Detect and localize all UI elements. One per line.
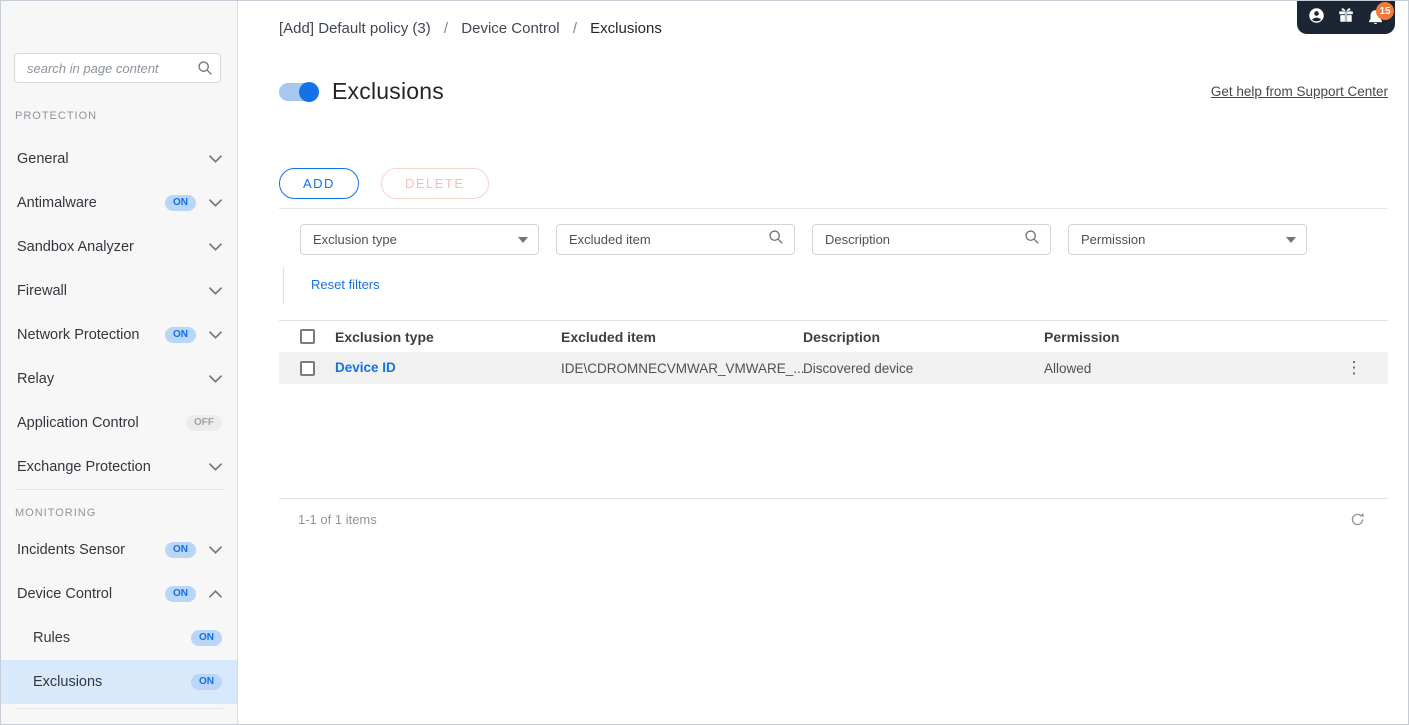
column-header-exclusion-type[interactable]: Exclusion type — [321, 329, 561, 345]
search-icon — [1024, 229, 1040, 250]
chevron-down-icon — [209, 459, 222, 475]
sidebar: PROTECTION General Antimalware ON Sandbo… — [1, 1, 238, 724]
status-badge: OFF — [186, 415, 222, 431]
sidebar-item-exchange-protection[interactable]: Exchange Protection — [1, 445, 237, 489]
gift-icon[interactable] — [1338, 7, 1354, 28]
column-header-description[interactable]: Description — [803, 329, 1044, 345]
breadcrumb-policy[interactable]: [Add] Default policy (3) — [279, 20, 431, 37]
row-permission: Allowed — [1044, 360, 1092, 376]
chevron-down-icon — [209, 542, 222, 558]
page-header: Exclusions Get help from Support Center — [279, 78, 1388, 105]
description-filter[interactable] — [812, 224, 1051, 255]
sidebar-item-antimalware[interactable]: Antimalware ON — [1, 181, 237, 225]
search-input[interactable] — [14, 53, 221, 83]
chevron-down-icon — [209, 195, 222, 211]
items-count: 1-1 of 1 items — [298, 512, 377, 527]
sidebar-item-firewall[interactable]: Firewall — [1, 269, 237, 313]
notifications-bell-icon[interactable]: 15 — [1367, 2, 1394, 26]
status-badge: ON — [165, 586, 196, 602]
status-badge: ON — [165, 195, 196, 211]
notification-count-badge: 15 — [1376, 2, 1394, 20]
status-badge: ON — [165, 542, 196, 558]
search-icon — [768, 229, 784, 250]
status-badge: ON — [191, 630, 222, 646]
status-badge: ON — [165, 327, 196, 343]
main-content: [Add] Default policy (3) / Device Contro… — [238, 1, 1408, 724]
excluded-item-filter-input[interactable] — [569, 232, 768, 247]
chevron-down-icon — [209, 371, 222, 387]
breadcrumb-separator: / — [572, 20, 577, 37]
toolbar: ADD DELETE — [279, 168, 1388, 199]
chevron-up-icon — [209, 586, 222, 602]
sidebar-item-relay[interactable]: Relay — [1, 357, 237, 401]
breadcrumb-exclusions: Exclusions — [590, 20, 662, 37]
status-badge: ON — [191, 674, 222, 690]
toolbar-divider — [279, 208, 1388, 209]
exclusions-toggle[interactable] — [279, 81, 319, 102]
column-header-excluded-item[interactable]: Excluded item — [561, 329, 803, 345]
refresh-icon[interactable] — [1350, 512, 1365, 527]
reset-filters-row: Reset filters — [283, 267, 1388, 304]
column-header-permission[interactable]: Permission — [1044, 329, 1336, 345]
sidebar-item-exclusions[interactable]: Exclusions ON — [1, 660, 237, 704]
reset-filters-link[interactable]: Reset filters — [311, 277, 380, 292]
select-all-checkbox[interactable] — [300, 329, 315, 344]
row-description: Discovered device — [803, 360, 914, 376]
account-bar: 15 — [1297, 1, 1395, 34]
user-account-icon[interactable] — [1308, 7, 1325, 29]
table-header-row: Exclusion type Excluded item Description… — [279, 320, 1388, 352]
caret-down-icon — [518, 236, 528, 243]
toggle-knob — [299, 81, 319, 102]
chevron-down-icon — [209, 239, 222, 255]
sidebar-item-device-control[interactable]: Device Control ON — [1, 572, 237, 616]
protection-nav: General Antimalware ON Sandbox Analyzer … — [1, 137, 237, 489]
description-filter-input[interactable] — [825, 232, 1024, 247]
excluded-item-filter[interactable] — [556, 224, 795, 255]
row-excluded-item: IDE\CDROMNECVMWAR_VMWARE_... — [561, 360, 805, 376]
support-center-link[interactable]: Get help from Support Center — [1211, 84, 1388, 99]
breadcrumb-device-control[interactable]: Device Control — [461, 20, 559, 37]
sidebar-search — [14, 53, 221, 83]
breadcrumb: [Add] Default policy (3) / Device Contro… — [279, 1, 1388, 38]
caret-down-icon — [1286, 236, 1296, 243]
row-checkbox[interactable] — [300, 360, 315, 376]
delete-button[interactable]: DELETE — [380, 168, 489, 199]
row-actions-kebab-icon[interactable]: ⋮ — [1346, 359, 1363, 376]
sidebar-item-sandbox-analyzer[interactable]: Sandbox Analyzer — [1, 225, 237, 269]
row-exclusion-type-link[interactable]: Device ID — [335, 360, 396, 375]
add-button[interactable]: ADD — [279, 168, 359, 199]
section-label-protection: PROTECTION — [15, 110, 98, 122]
section-label-monitoring: MONITORING — [15, 507, 97, 519]
sidebar-item-application-control[interactable]: Application Control OFF — [1, 401, 237, 445]
filters-row: Exclusion type Permission — [300, 224, 1388, 255]
chevron-down-icon — [209, 283, 222, 299]
exclusions-table: Exclusion type Excluded item Description… — [279, 320, 1388, 384]
sidebar-divider — [15, 489, 223, 490]
monitoring-nav: Incidents Sensor ON Device Control ON Ru… — [1, 528, 237, 704]
permission-filter-select[interactable]: Permission — [1068, 224, 1307, 255]
page-title: Exclusions — [332, 78, 444, 104]
list-footer: 1-1 of 1 items — [279, 498, 1388, 527]
sidebar-item-network-protection[interactable]: Network Protection ON — [1, 313, 237, 357]
search-icon — [197, 60, 213, 81]
table-row[interactable]: Device ID IDE\CDROMNECVMWAR_VMWARE_... D… — [279, 352, 1388, 384]
policy-settings-screen: PROTECTION General Antimalware ON Sandbo… — [0, 0, 1409, 725]
sidebar-item-rules[interactable]: Rules ON — [1, 616, 237, 660]
exclusion-type-filter-select[interactable]: Exclusion type — [300, 224, 539, 255]
chevron-down-icon — [209, 151, 222, 167]
chevron-down-icon — [209, 327, 222, 343]
sidebar-item-incidents-sensor[interactable]: Incidents Sensor ON — [1, 528, 237, 572]
breadcrumb-separator: / — [443, 20, 449, 37]
sidebar-item-general[interactable]: General — [1, 137, 237, 181]
sidebar-bottom-divider — [15, 708, 223, 709]
